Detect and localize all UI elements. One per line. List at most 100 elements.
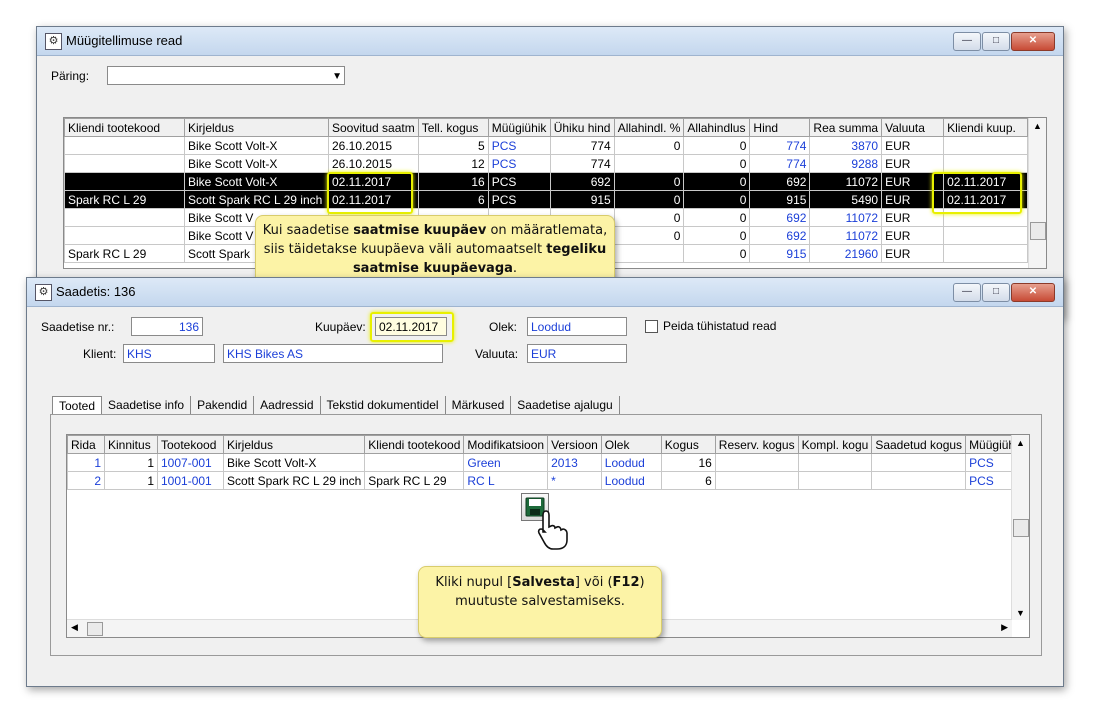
table-cell-mod[interactable]: RC L (463, 471, 549, 490)
table-cell-empty[interactable] (797, 471, 873, 490)
client-name-field[interactable]: KHS Bikes AS (223, 344, 443, 363)
table-row[interactable]: Bike Scott Volt-X 02.11.2017 16 PCS 692 0 0 692… (64, 172, 1029, 191)
column-header[interactable]: Hind (749, 118, 811, 137)
table-cell-cur: EUR (881, 226, 945, 245)
title-bar[interactable]: ⚙ Müügitellimuse read — □ ✕ (37, 27, 1063, 56)
scroll-down-icon[interactable]: ▼ (1012, 608, 1029, 618)
scroll-up-icon[interactable]: ▲ (1012, 438, 1029, 448)
table-cell-pct: 0 (613, 136, 685, 155)
column-header[interactable]: Kliendi tootekood (364, 435, 465, 454)
column-header[interactable]: Müügiühik (487, 118, 551, 137)
table-row[interactable]: Bike Scott Volt-X 26.10.2015 5 PCS 774 0 0 774 3… (64, 136, 1029, 155)
table-cell-mod[interactable]: Green (463, 453, 549, 472)
table-cell-pct (613, 154, 685, 173)
query-label: Päring: (51, 69, 90, 83)
column-header[interactable]: Rida (67, 435, 105, 454)
table-cell-code[interactable]: 1007-001 (157, 453, 224, 472)
table-cell-desc[interactable]: Bike Scott Volt-X (222, 453, 366, 472)
minimize-icon[interactable]: — (953, 32, 981, 51)
column-header[interactable]: Allahindl. % (613, 118, 685, 137)
vertical-scrollbar[interactable]: ▲ (1028, 118, 1046, 268)
table-cell-state[interactable]: Loodud (600, 453, 662, 472)
maximize-icon[interactable]: □ (982, 32, 1010, 51)
state-field[interactable]: Loodud (527, 317, 627, 336)
table-cell-empty[interactable] (871, 471, 967, 490)
table-cell-date: 26.10.2015 (328, 136, 419, 155)
column-header[interactable]: Valuuta (881, 118, 945, 137)
column-header[interactable]: Reserv. kogus (714, 435, 799, 454)
table-cell-code (64, 172, 185, 191)
column-header[interactable]: Kliendi kuup. (943, 118, 1029, 137)
column-header[interactable]: Ühiku hind (549, 118, 615, 137)
table-cell-empty[interactable] (871, 453, 967, 472)
h-scroll-thumb[interactable] (87, 622, 103, 636)
tab-pakendid[interactable]: Pakendid (191, 396, 255, 415)
close-icon[interactable]: ✕ (1011, 283, 1055, 302)
table-cell-empty[interactable] (714, 453, 799, 472)
column-header[interactable]: Allahindlus (683, 118, 751, 137)
minimize-icon[interactable]: — (953, 283, 981, 302)
tab-tekstid-dokumentidel[interactable]: Tekstid dokumentidel (321, 396, 446, 415)
highlight-client-date (932, 172, 1022, 214)
column-header[interactable]: Kinnitus (104, 435, 158, 454)
table-cell-kinn[interactable]: 1 (104, 471, 158, 490)
table-cell-rida[interactable]: 2 (67, 471, 105, 490)
table-row[interactable]: Spark RC L 29 Scott Spark RC L 29 inch 02.… (64, 190, 1029, 209)
close-icon[interactable]: ✕ (1011, 32, 1055, 51)
table-cell-qty[interactable]: 6 (660, 471, 716, 490)
shipment-nr-field[interactable]: 136 (131, 317, 203, 336)
table-row[interactable]: 2 1 1001-001 Scott Spark RC L 29 inch Spark … (67, 471, 1029, 490)
scroll-up-icon[interactable]: ▲ (1029, 121, 1046, 131)
table-cell-sum: 11072 (809, 226, 883, 245)
table-row[interactable]: Bike Scott Volt-X 26.10.2015 12 PCS 774 0 774 9… (64, 154, 1029, 173)
callout2-bold-2: F12 (612, 575, 640, 590)
vertical-scrollbar[interactable]: ▲ ▼ (1011, 435, 1029, 620)
client-code-field[interactable]: KHS (123, 344, 215, 363)
currency-field[interactable]: EUR (527, 344, 627, 363)
table-cell-unit: PCS (487, 172, 551, 191)
column-header[interactable]: Soovitud saatm (328, 118, 419, 137)
column-header[interactable]: Olek (600, 435, 662, 454)
title-bar[interactable]: ⚙ Saadetis: 136 — □ ✕ (27, 278, 1063, 307)
table-cell-rida[interactable]: 1 (67, 453, 105, 472)
column-header[interactable]: Kliendi tootekood (64, 118, 185, 137)
tab-aadressid[interactable]: Aadressid (254, 396, 321, 415)
scroll-thumb[interactable] (1013, 519, 1029, 537)
query-dropdown[interactable]: ▼ (107, 66, 345, 85)
hide-cancelled-checkbox[interactable] (645, 320, 658, 333)
table-cell-kcode[interactable] (364, 453, 465, 472)
table-cell-state[interactable]: Loodud (600, 471, 662, 490)
column-header[interactable]: Kirjeldus (184, 118, 329, 137)
scroll-right-icon[interactable]: ▶ (1001, 622, 1008, 633)
column-header[interactable]: Tootekood (157, 435, 224, 454)
column-header[interactable]: Kogus (660, 435, 716, 454)
table-cell-price: 692 (549, 172, 615, 191)
column-header[interactable]: Kompl. kogu (797, 435, 873, 454)
column-header[interactable]: Rea summa (809, 118, 883, 137)
table-cell-ver[interactable]: 2013 (547, 453, 602, 472)
scroll-thumb[interactable] (1030, 222, 1046, 240)
column-header[interactable]: Saadetud kogus (871, 435, 967, 454)
table-cell-qty[interactable]: 16 (660, 453, 716, 472)
maximize-icon[interactable]: □ (982, 283, 1010, 302)
table-row[interactable]: 1 1 1007-001 Bike Scott Volt-X Green 2013 Lood… (67, 453, 1029, 472)
table-cell-kinn[interactable]: 1 (104, 453, 158, 472)
table-cell-kcode[interactable]: Spark RC L 29 (364, 471, 465, 490)
table-cell-empty[interactable] (714, 471, 799, 490)
callout2-text-3: ) (639, 575, 645, 590)
tab-märkused[interactable]: Märkused (446, 396, 512, 415)
table-cell-cur: EUR (881, 154, 945, 173)
column-header[interactable]: Modifikatsioon (463, 435, 549, 454)
column-header[interactable]: Versioon (547, 435, 602, 454)
column-header[interactable]: Tell. kogus (417, 118, 489, 137)
table-cell-ver[interactable]: * (547, 471, 602, 490)
tab-saadetise-info[interactable]: Saadetise info (102, 396, 192, 415)
tab-tooted[interactable]: Tooted (52, 396, 103, 415)
scroll-left-icon[interactable]: ◀ (71, 622, 78, 633)
table-cell-code[interactable]: 1001-001 (157, 471, 224, 490)
chevron-down-icon[interactable]: ▼ (332, 67, 342, 84)
table-cell-desc[interactable]: Scott Spark RC L 29 inch (222, 471, 366, 490)
tab-saadetise-ajalugu[interactable]: Saadetise ajalugu (511, 396, 620, 415)
table-cell-empty[interactable] (797, 453, 873, 472)
column-header[interactable]: Kirjeldus (222, 435, 366, 454)
